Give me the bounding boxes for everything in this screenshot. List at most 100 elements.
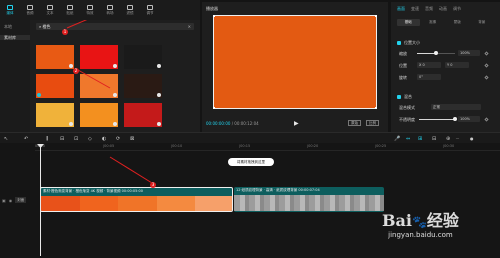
resize-handle[interactable]: [213, 107, 215, 109]
toolbar-effects[interactable]: 特效: [80, 0, 100, 20]
position-y-field[interactable]: Y 0: [445, 62, 469, 68]
position-size-checkbox[interactable]: [397, 40, 401, 45]
toolbar-media-label: 媒体: [6, 11, 14, 15]
toolbar-media[interactable]: 媒体: [0, 0, 20, 20]
resize-handle[interactable]: [213, 15, 215, 17]
preview-axis-icon[interactable]: ⊟: [432, 136, 436, 142]
tab-speed[interactable]: 变速: [411, 6, 419, 11]
subtab-mask[interactable]: 蒙版: [446, 19, 469, 26]
toolbar-adjust-label: 调节: [146, 11, 154, 15]
asset-toolbar: 媒体 音频 文本 贴纸 特效 转场 滤镜 调节: [0, 0, 200, 20]
keyframe-icon[interactable]: [484, 51, 489, 56]
opacity-slider-knob[interactable]: [453, 117, 457, 121]
baidu-jingyan-watermark: Bai🐾经验 jingyan.baidu.com: [382, 211, 459, 240]
video-preview[interactable]: [213, 15, 377, 109]
section-blend[interactable]: 混合: [397, 94, 412, 99]
toolbar-adjust[interactable]: 调节: [140, 0, 160, 20]
position-x-field[interactable]: X 0: [417, 62, 441, 68]
toolbar-sticker-label: 贴纸: [66, 11, 74, 15]
rotate-value-field[interactable]: 0°: [417, 74, 441, 80]
effects-icon: [87, 5, 93, 10]
section-position-size[interactable]: 位置大小: [397, 40, 420, 45]
filter-icon: [127, 5, 133, 10]
section-blend-label: 混合: [404, 94, 412, 99]
player-panel: 播放器 00:00:00:00 / 00:00:12:04 ▶ 原始 比例: [202, 2, 388, 132]
timecode-current: 00:00:00:00: [206, 121, 231, 126]
blend-mode-label: 混合模式: [399, 105, 415, 110]
keyframe-icon[interactable]: [484, 117, 489, 122]
opacity-value-field[interactable]: 100%: [458, 116, 480, 122]
scale-slider-knob[interactable]: [434, 51, 438, 55]
opacity-label: 不透明度: [399, 117, 415, 122]
adjust-icon: [147, 5, 153, 10]
split-icon[interactable]: ⫼: [46, 136, 48, 142]
undo-icon[interactable]: ↶: [24, 136, 28, 142]
annotation-arrow-2: [77, 69, 111, 89]
timecode-readout: 00:00:00:00 / 00:00:12:04: [206, 121, 259, 126]
watermark-url: jingyan.baidu.com: [388, 231, 453, 239]
timecode-total: / 00:00:12:04: [231, 121, 259, 126]
opacity-slider[interactable]: [419, 117, 457, 121]
toolbar-transition[interactable]: 转场: [100, 0, 120, 20]
crop-icon[interactable]: ⊠: [130, 136, 134, 142]
annotation-arrows: [109, 156, 153, 184]
rotate-label: 旋转: [399, 75, 407, 80]
toolbar-text-label: 文本: [46, 11, 54, 15]
sticker-icon: [67, 5, 73, 10]
annotation-arrow-1: [66, 20, 88, 29]
mirror-icon[interactable]: ◇: [88, 136, 92, 142]
play-button[interactable]: ▶: [294, 120, 299, 127]
scale-slider[interactable]: [417, 51, 455, 55]
resize-handle[interactable]: [375, 15, 377, 17]
original-size-button[interactable]: 原始: [348, 120, 361, 126]
toolbar-audio[interactable]: 音频: [20, 0, 40, 20]
annotation-arrow-3: [109, 156, 153, 184]
tab-adjust[interactable]: 调节: [453, 6, 461, 11]
player-title: 播放器: [206, 6, 218, 11]
aspect-ratio-button[interactable]: 比例: [366, 120, 379, 126]
opacity-slider-fill: [419, 119, 455, 120]
blend-checkbox[interactable]: [397, 94, 401, 99]
inspector-tabs: 画面 变速 音频 动画 调节: [397, 6, 461, 11]
select-tool-icon[interactable]: ↖: [4, 136, 8, 142]
reverse-icon[interactable]: ◐: [102, 136, 106, 142]
resize-handle[interactable]: [375, 107, 377, 109]
subtab-background[interactable]: 背景: [471, 19, 494, 26]
transition-icon: [107, 5, 113, 10]
text-icon: [47, 5, 53, 10]
tab-picture[interactable]: 画面: [397, 6, 405, 11]
nav-item-local[interactable]: 本地: [4, 24, 12, 29]
delete-icon[interactable]: ⊟: [60, 136, 64, 142]
tab-animation[interactable]: 动画: [439, 6, 447, 11]
microphone-icon[interactable]: 🎤: [394, 136, 400, 142]
zoom-out-icon[interactable]: ⊕: [446, 136, 450, 142]
keyframe-icon[interactable]: [484, 75, 489, 80]
scale-label: 缩放: [399, 51, 407, 56]
rotate-icon[interactable]: ⟳: [116, 136, 120, 142]
timeline-toolbar: ↖ ↶ ⫼ ⊟ ⊡ ◇ ◐ ⟳ ⊠ 🎤 ⇔ ⊞ ⊟ ⊕ ─ ●: [0, 132, 500, 143]
annotation-arrows: [66, 20, 111, 89]
toolbar-text[interactable]: 文本: [40, 0, 60, 20]
tab-audio[interactable]: 音频: [425, 6, 433, 11]
zoom-slider-knob[interactable]: ●: [470, 136, 474, 142]
nav-item-library[interactable]: 素材库: [0, 35, 30, 40]
inspector-panel: 画面 变速 音频 动画 调节 基础 抠像 蒙版 背景 位置大小 缩放 100% …: [391, 2, 500, 132]
freeze-icon[interactable]: ⊡: [74, 136, 78, 142]
link-icon[interactable]: ⊞: [418, 136, 422, 142]
toolbar-filter-label: 滤镜: [126, 11, 134, 15]
media-icon: [7, 5, 13, 10]
blend-mode-select[interactable]: 正常: [431, 104, 481, 110]
keyframe-icon[interactable]: [484, 63, 489, 68]
media-source-nav: 本地 素材库: [0, 20, 30, 132]
snap-icon[interactable]: ⇔: [406, 136, 410, 142]
toolbar-transition-label: 转场: [106, 11, 114, 15]
media-library-panel: ⌕ 橙色 ✕ 1 2: [30, 20, 200, 132]
toolbar-filter[interactable]: 滤镜: [120, 0, 140, 20]
zoom-slider[interactable]: ─: [456, 136, 459, 142]
scale-value-field[interactable]: 100%: [458, 50, 480, 56]
subtab-basic[interactable]: 基础: [397, 19, 420, 26]
timeline-panel: 00:00|00:05|00:10|00:15|00:20|00:25|00:3…: [0, 143, 500, 258]
toolbar-sticker[interactable]: 贴纸: [60, 0, 80, 20]
watermark-logo: Bai🐾经验: [382, 211, 459, 230]
subtab-keying[interactable]: 抠像: [422, 19, 445, 26]
